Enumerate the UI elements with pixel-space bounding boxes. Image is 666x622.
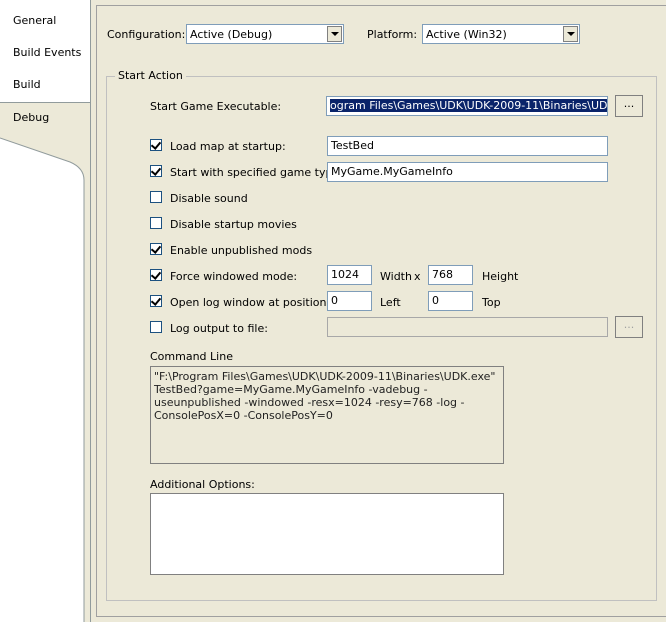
log-file-checkbox[interactable] [150,321,162,333]
left-label: Left [380,296,401,309]
dropdown-arrow-icon[interactable] [563,26,578,42]
exe-browse-button[interactable]: ... [615,95,643,117]
additional-options-input[interactable] [150,493,504,575]
tab-label: Build [13,78,41,91]
top-input[interactable]: 0 [428,291,473,311]
configuration-label: Configuration: [107,28,186,41]
load-map-checkbox[interactable] [150,139,162,151]
configuration-value: Active (Debug) [190,28,273,41]
tab-build[interactable]: Build [0,70,88,100]
load-map-input[interactable]: TestBed [327,136,608,156]
exe-input[interactable]: ogram Files\Games\UDK\UDK-2009-11\Binari… [326,96,608,116]
additional-options-label: Additional Options: [150,478,255,491]
platform-label: Platform: [367,28,418,41]
game-type-input[interactable]: MyGame.MyGameInfo [327,162,608,182]
platform-select[interactable]: Active (Win32) [422,24,580,44]
command-line-text: "F:\Program Files\Games\UDK\UDK-2009-11\… [150,366,504,464]
top-label: Top [482,296,501,309]
unpublished-mods-label: Enable unpublished mods [170,244,313,257]
log-file-browse-button[interactable]: ... [615,316,643,338]
width-label: Width [380,270,412,283]
log-window-checkbox[interactable] [150,295,162,307]
tab-divider-curve [0,130,92,622]
start-action-title: Start Action [115,69,186,82]
log-file-label: Log output to file: [170,322,268,335]
width-input[interactable]: 1024 [327,265,372,285]
log-window-label: Open log window at position: [170,296,331,309]
x-label: x [414,270,421,283]
unpublished-mods-checkbox[interactable] [150,243,162,255]
tab-build-events[interactable]: Build Events [0,38,88,68]
left-input[interactable]: 0 [327,291,372,311]
disable-movies-label: Disable startup movies [170,218,297,231]
load-map-label: Load map at startup: [170,140,286,153]
command-line-label: Command Line [150,350,233,363]
disable-movies-checkbox[interactable] [150,217,162,229]
height-input[interactable]: 768 [428,265,473,285]
tab-label: General [13,14,57,27]
windowed-label: Force windowed mode: [170,270,298,283]
exe-value: ogram Files\Games\UDK\UDK-2009-11\Binari… [330,99,607,112]
game-type-label: Start with specified game type: [170,166,343,179]
windowed-checkbox[interactable] [150,269,162,281]
properties-panel: Configuration: Active (Debug) Platform: … [90,0,666,622]
disable-sound-label: Disable sound [170,192,248,205]
dropdown-arrow-icon[interactable] [327,26,342,42]
exe-label: Start Game Executable: [150,100,282,113]
log-file-input[interactable] [327,317,608,337]
tab-general[interactable]: General [0,6,88,36]
height-label: Height [482,270,519,283]
configuration-select[interactable]: Active (Debug) [186,24,344,44]
game-type-checkbox[interactable] [150,165,162,177]
tab-label: Debug [13,111,50,124]
tab-debug[interactable]: Debug [0,102,92,132]
disable-sound-checkbox[interactable] [150,191,162,203]
tab-label: Build Events [13,46,82,59]
platform-value: Active (Win32) [426,28,507,41]
tab-strip: General Build Events Build Debug [0,0,92,622]
